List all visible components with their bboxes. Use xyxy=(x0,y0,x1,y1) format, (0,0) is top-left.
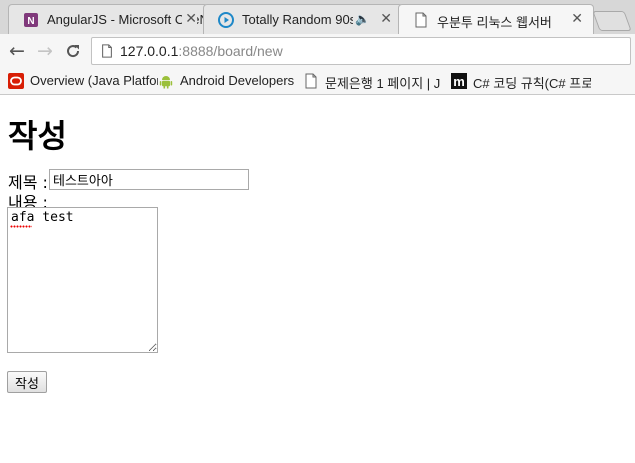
address-bar[interactable]: 127.0.0.1:8888/board/new xyxy=(91,37,631,65)
onenote-icon: N xyxy=(24,13,38,27)
spellcheck-underline xyxy=(10,225,32,228)
tab-title: Totally Random 90s xyxy=(242,12,357,27)
browser-toolbar: ← → 127.0.0.1:8888/board/new xyxy=(0,34,635,68)
close-icon[interactable]: ✕ xyxy=(571,11,583,27)
forward-arrow-icon[interactable]: → xyxy=(34,40,56,62)
new-tab-button[interactable] xyxy=(592,11,632,31)
back-arrow-icon[interactable]: ← xyxy=(6,40,28,62)
bookmarks-bar: Overview (Java Platform Android Develope… xyxy=(0,68,635,95)
tab-ubuntu-webserver[interactable]: 우분투 리눅스 웹서버 ✕ xyxy=(398,4,594,36)
bookmark-android-developers[interactable]: Android Developers xyxy=(158,71,298,91)
tab-title: 우분투 리눅스 웹서버 xyxy=(437,15,552,30)
title-input[interactable] xyxy=(49,169,249,190)
bookmark-java-platform[interactable]: Overview (Java Platform xyxy=(8,71,158,91)
svg-text:N: N xyxy=(27,16,34,27)
play-icon xyxy=(218,12,234,28)
bookmark-label: 문제은행 1 페이지 | JUN xyxy=(325,76,440,91)
close-icon[interactable]: ✕ xyxy=(377,11,392,27)
bookmark-label: Android Developers xyxy=(180,73,295,88)
bookmark-label: Overview (Java Platform xyxy=(30,73,158,88)
svg-text:m: m xyxy=(453,74,465,89)
tab-strip: N AngularJS - Microsoft OneNote ✕ Totall… xyxy=(0,0,635,36)
content-textarea[interactable]: afa test xyxy=(7,207,158,353)
page-icon xyxy=(305,73,317,89)
page-icon xyxy=(415,12,427,28)
oracle-icon xyxy=(8,73,24,89)
url-text: 127.0.0.1:8888/board/new xyxy=(120,43,283,59)
msdn-icon: m xyxy=(451,73,467,89)
url-path: :8888/board/new xyxy=(178,43,283,59)
close-icon[interactable]: ✕ xyxy=(182,11,197,27)
audio-playing-icon[interactable]: 🔈 xyxy=(353,12,372,26)
reload-icon[interactable] xyxy=(62,40,84,62)
tab-totally-random-90s[interactable]: Totally Random 90s 🔈 ✕ xyxy=(203,4,403,34)
bookmark-csharp-coding-rules[interactable]: m C# 코딩 규칙(C# 프로그래밍 xyxy=(451,71,591,91)
android-icon xyxy=(159,76,173,89)
page-content: 작성 제목 : 내용 : afa test 작성 xyxy=(0,95,635,463)
page-title: 작성 xyxy=(8,117,67,155)
bookmark-label: C# 코딩 규칙(C# 프로그래밍 xyxy=(473,76,591,91)
bookmark-problem-bank[interactable]: 문제은행 1 페이지 | JUN xyxy=(303,71,440,91)
page-info-icon[interactable] xyxy=(100,44,114,58)
submit-button[interactable]: 작성 xyxy=(7,371,47,393)
tab-angularjs-onenote[interactable]: N AngularJS - Microsoft OneNote ✕ xyxy=(8,4,208,34)
url-host: 127.0.0.1 xyxy=(120,43,179,59)
